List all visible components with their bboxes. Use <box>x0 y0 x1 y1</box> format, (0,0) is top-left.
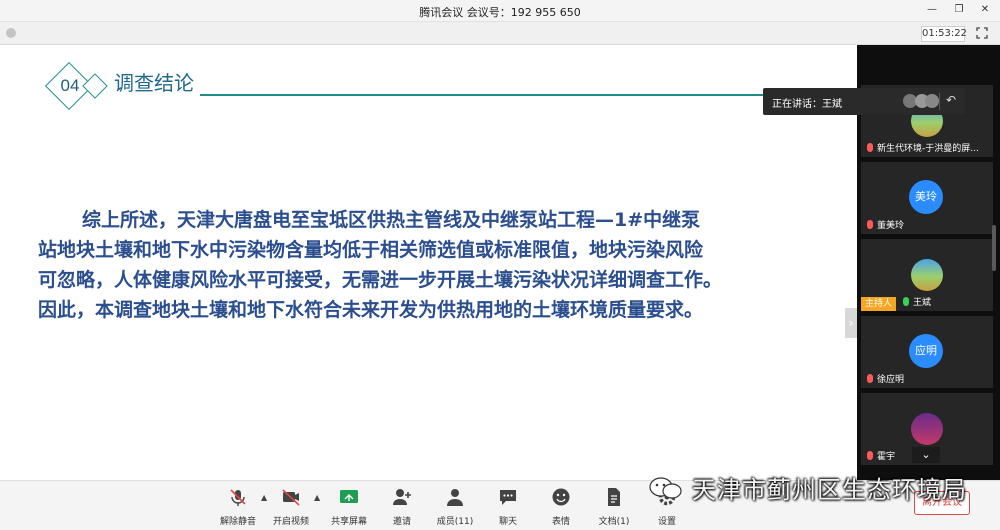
meeting-timer: 01:53:22 <box>921 26 967 42</box>
mic-muted-icon <box>867 220 873 229</box>
collapse-panel-handle[interactable]: › <box>845 308 857 338</box>
participant-photo <box>911 413 943 445</box>
chat-label: 聊天 <box>498 517 517 527</box>
participant-name: 徐应明 <box>877 375 905 385</box>
return-arrow-icon[interactable]: ↶ <box>946 93 956 107</box>
paragraph-line: 可忽略，人体健康风险水平可接受，无需进一步开展土壤污染状况详细调查工作。 <box>38 269 723 291</box>
document-icon <box>608 488 620 506</box>
camera-off-icon <box>282 489 300 506</box>
mic-on-icon <box>903 297 909 306</box>
share-screen-icon <box>340 490 358 503</box>
documents-button[interactable]: 文档(1) <box>591 487 637 527</box>
slide-paragraph: 综上所述，天津大唐盘电至宝坻区供热主管线及中继泵站工程—1#中继泵 站地块土壤和… <box>38 205 813 325</box>
minimize-icon[interactable]: — <box>925 3 939 17</box>
participant-tile[interactable]: 应明 徐应明 <box>861 316 993 388</box>
audio-options-caret-icon[interactable]: ▲ <box>261 493 267 502</box>
members-label: 成员(11) <box>436 517 474 527</box>
chat-button[interactable]: 聊天 <box>485 487 531 527</box>
members-icon <box>447 489 463 506</box>
section-title: 调查结论 <box>114 71 194 95</box>
window-titlebar: 腾讯会议 会议号：192 955 650 — ❐ ✕ <box>0 0 1000 22</box>
add-user-icon <box>393 489 411 505</box>
watermark-text: 天津市蓟州区生态环境局 <box>692 476 967 504</box>
participant-avatar: 应明 <box>909 334 943 368</box>
participant-avatar: 美玲 <box>909 180 943 214</box>
share-screen-label: 共享屏幕 <box>330 517 367 527</box>
unmute-label: 解除静音 <box>219 517 256 527</box>
members-button[interactable]: 成员(11) <box>432 487 478 527</box>
share-screen-button[interactable]: 共享屏幕 <box>326 487 372 527</box>
paragraph-line: 因此，本调查地块土壤和地下水符合未来开发为供热用地的土壤环境质量要求。 <box>38 299 704 321</box>
meeting-info-bar: 01:53:22 <box>0 22 1000 45</box>
settings-label: 设置 <box>657 517 676 527</box>
fullscreen-icon[interactable] <box>976 27 988 39</box>
restore-icon[interactable]: ❐ <box>952 3 966 17</box>
speaker-avatar-blurred <box>925 94 939 108</box>
documents-label: 文档(1) <box>598 517 630 527</box>
participant-tile[interactable]: 美玲 董美玲 <box>861 162 993 234</box>
close-icon[interactable]: ✕ <box>978 3 992 17</box>
reactions-button[interactable]: 表情 <box>538 487 584 527</box>
section-underline <box>200 94 770 96</box>
wechat-logo-icon <box>649 477 682 499</box>
participant-name: 董美玲 <box>877 221 905 231</box>
start-video-label: 开启视频 <box>272 517 309 527</box>
invite-label: 邀请 <box>392 517 411 527</box>
participant-name: 霍宇 <box>877 452 896 462</box>
video-options-caret-icon[interactable]: ▲ <box>314 493 320 502</box>
reactions-label: 表情 <box>551 517 570 527</box>
section-small-diamond-icon <box>82 73 108 99</box>
participant-name: 新生代环境-于洪曼的屏... <box>877 144 979 154</box>
mic-muted-icon <box>867 451 873 460</box>
section-number: 04 <box>60 76 80 95</box>
participant-photo <box>911 259 943 291</box>
speaking-indicator: 正在讲话：王斌 ↶ <box>763 88 965 115</box>
mic-muted-icon <box>230 489 246 506</box>
scroll-down-chevron-icon[interactable]: ⌄ <box>912 447 940 463</box>
window-title: 腾讯会议 会议号：192 955 650 <box>419 6 581 19</box>
start-video-button[interactable]: 开启视频 <box>268 487 314 527</box>
unmute-button[interactable]: 解除静音 <box>215 487 261 527</box>
shared-screen-slide: 04 调查结论 综上所述，天津大唐盘电至宝坻区供热主管线及中继泵站工程—1#中继… <box>0 45 857 480</box>
paragraph-line: 站地块土壤和地下水中污染物含量均低于相关筛选值或标准限值，地块污染风险 <box>38 239 704 261</box>
speaking-label: 正在讲话：王斌 <box>772 99 842 110</box>
invite-button[interactable]: 邀请 <box>379 487 425 527</box>
emoji-icon <box>552 488 570 506</box>
participant-name: 王斌 <box>913 298 932 308</box>
chat-icon <box>500 490 516 505</box>
security-shield-icon[interactable] <box>6 28 16 38</box>
participant-tile[interactable]: 主持人 王斌 <box>861 239 993 311</box>
paragraph-line: 综上所述，天津大唐盘电至宝坻区供热主管线及中继泵站工程—1#中继泵 <box>82 209 701 231</box>
panel-scrollbar[interactable] <box>992 225 996 271</box>
mic-muted-icon <box>867 143 873 152</box>
mic-muted-icon <box>867 374 873 383</box>
host-badge: 主持人 <box>861 297 897 311</box>
